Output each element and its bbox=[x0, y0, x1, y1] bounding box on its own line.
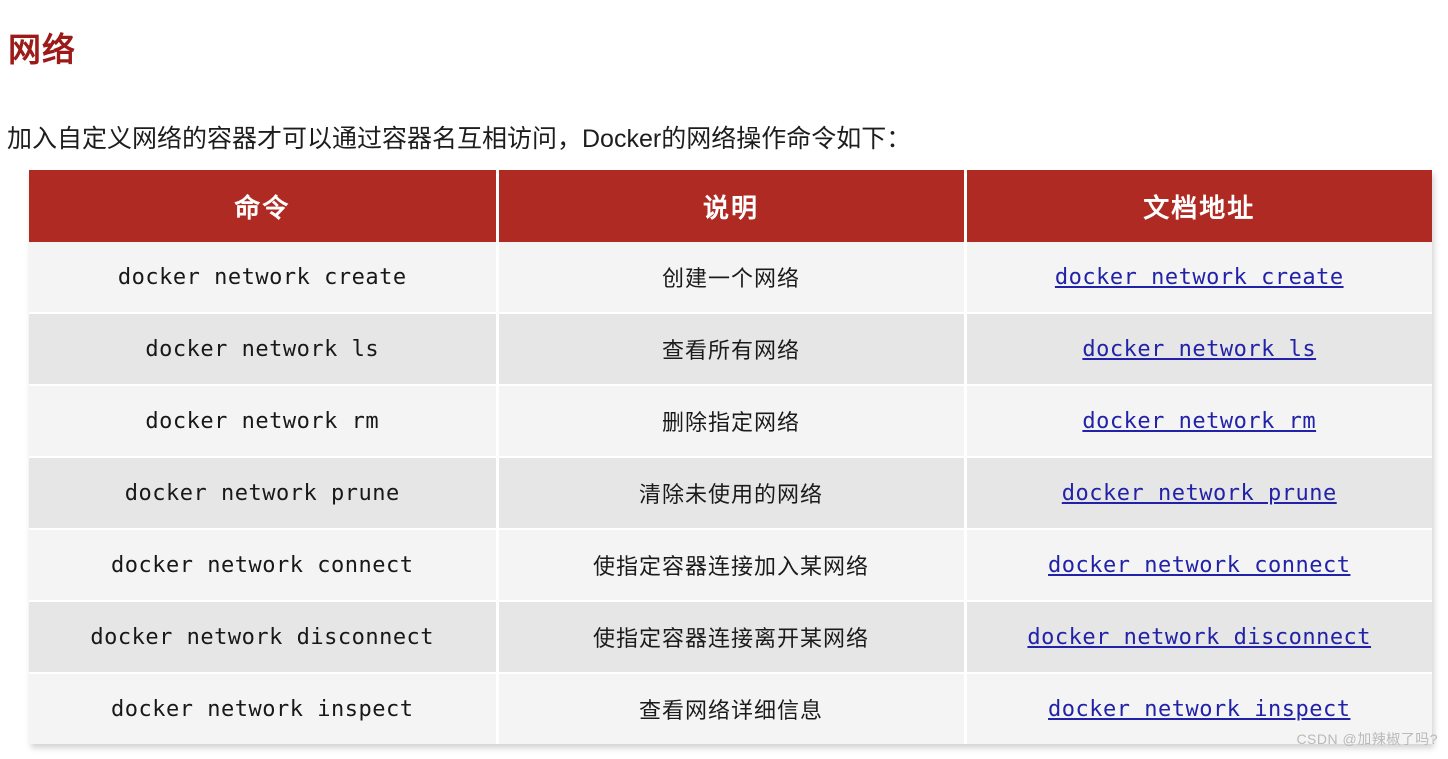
cell-command: docker network ls bbox=[29, 313, 499, 386]
doc-link[interactable]: docker network ls bbox=[1082, 337, 1316, 362]
cell-command: docker network inspect bbox=[29, 673, 499, 744]
table-body: docker network create 创建一个网络 docker netw… bbox=[29, 242, 1432, 744]
doc-link[interactable]: docker network disconnect bbox=[1027, 625, 1371, 650]
table-header: 命令 说明 文档地址 bbox=[29, 170, 1432, 242]
cell-doc-link: docker network ls bbox=[965, 313, 1432, 386]
cell-description: 查看所有网络 bbox=[497, 313, 967, 386]
cell-description: 创建一个网络 bbox=[497, 242, 967, 314]
table-row: docker network connect 使指定容器连接加入某网络 dock… bbox=[29, 529, 1432, 602]
table-row: docker network ls 查看所有网络 docker network … bbox=[29, 313, 1432, 386]
table-row: docker network rm 删除指定网络 docker network … bbox=[29, 385, 1432, 458]
cell-doc-link: docker network connect bbox=[965, 529, 1432, 602]
cell-doc-link: docker network create bbox=[965, 242, 1432, 314]
cell-description: 清除未使用的网络 bbox=[497, 457, 967, 530]
column-header-description: 说明 bbox=[497, 170, 967, 242]
page-root: 网络 加入自定义网络的容器才可以通过容器名互相访问，Docker的网络操作命令如… bbox=[0, 0, 1448, 759]
table-row: docker network inspect 查看网络详细信息 docker n… bbox=[29, 673, 1432, 744]
command-table-container: 命令 说明 文档地址 docker network create 创建一个网络 … bbox=[29, 170, 1432, 744]
table-header-row: 命令 说明 文档地址 bbox=[29, 170, 1432, 242]
column-header-doc-url: 文档地址 bbox=[965, 170, 1432, 242]
cell-description: 使指定容器连接离开某网络 bbox=[497, 601, 967, 674]
doc-link[interactable]: docker network inspect bbox=[1048, 697, 1350, 722]
intro-paragraph: 加入自定义网络的容器才可以通过容器名互相访问，Docker的网络操作命令如下： bbox=[7, 125, 912, 153]
cell-description: 删除指定网络 bbox=[497, 385, 967, 458]
doc-link[interactable]: docker network rm bbox=[1082, 409, 1316, 434]
cell-doc-link: docker network disconnect bbox=[965, 601, 1432, 674]
table-row: docker network create 创建一个网络 docker netw… bbox=[29, 242, 1432, 314]
cell-command: docker network disconnect bbox=[29, 601, 499, 674]
cell-command: docker network rm bbox=[29, 385, 499, 458]
csdn-watermark: CSDN @加辣椒了吗? bbox=[1296, 731, 1438, 747]
column-header-command: 命令 bbox=[29, 170, 499, 242]
cell-description: 查看网络详细信息 bbox=[497, 673, 967, 744]
doc-link[interactable]: docker network prune bbox=[1062, 481, 1337, 506]
docker-network-command-table: 命令 说明 文档地址 docker network create 创建一个网络 … bbox=[29, 170, 1432, 744]
table-row: docker network disconnect 使指定容器连接离开某网络 d… bbox=[29, 601, 1432, 674]
doc-link[interactable]: docker network connect bbox=[1048, 553, 1350, 578]
cell-description: 使指定容器连接加入某网络 bbox=[497, 529, 967, 602]
cell-doc-link: docker network rm bbox=[965, 385, 1432, 458]
table-row: docker network prune 清除未使用的网络 docker net… bbox=[29, 457, 1432, 530]
cell-command: docker network connect bbox=[29, 529, 499, 602]
cell-command: docker network prune bbox=[29, 457, 499, 530]
cell-command: docker network create bbox=[29, 242, 499, 314]
page-title: 网络 bbox=[8, 31, 76, 69]
doc-link[interactable]: docker network create bbox=[1055, 265, 1344, 290]
cell-doc-link: docker network prune bbox=[965, 457, 1432, 530]
